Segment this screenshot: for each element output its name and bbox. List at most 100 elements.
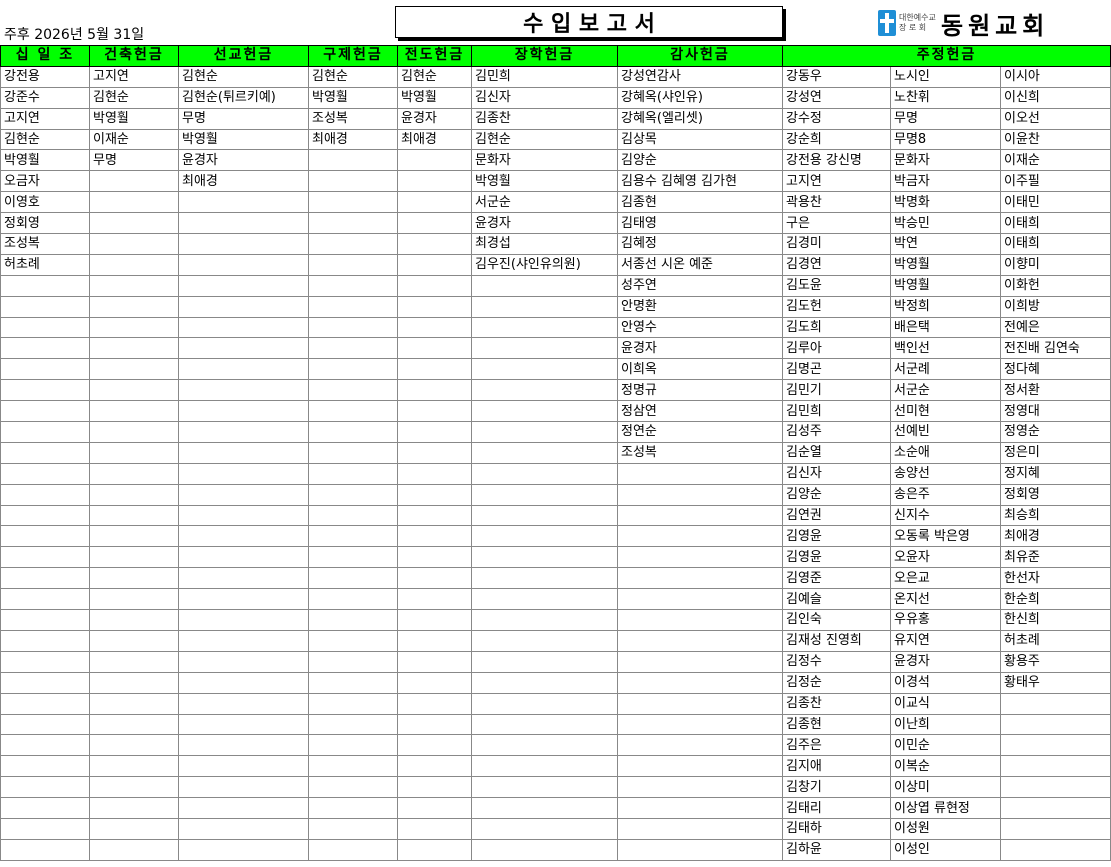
- cell-tithe: [0, 755, 90, 778]
- cell-evangelism: [397, 316, 472, 339]
- cell-weekly-3: [1000, 817, 1111, 840]
- cell-relief: [308, 734, 398, 757]
- cell-thanks: [617, 588, 783, 611]
- cell-weekly-1: 강전용 강신명: [782, 149, 891, 172]
- cell-evangelism: [397, 755, 472, 778]
- cell-weekly-2: 소순애: [890, 441, 1001, 464]
- cell-thanks: [617, 462, 783, 485]
- cell-tithe: [0, 776, 90, 799]
- cell-weekly-3: 최애경: [1000, 525, 1111, 548]
- cell-building: [89, 462, 179, 485]
- cell-scholarship: 서군순: [471, 191, 618, 214]
- cross-icon: [878, 10, 896, 36]
- cell-tithe: [0, 838, 90, 861]
- cell-tithe: [0, 713, 90, 736]
- table-row: 정회영 윤경자 김태영 구은 박승민 이태희: [0, 212, 1111, 235]
- table-row: 김영윤 오윤자 최유준: [0, 546, 1111, 569]
- cell-relief: [308, 692, 398, 715]
- report-title: 수 입 보 고 서: [395, 6, 783, 38]
- cell-building: [89, 546, 179, 569]
- cell-tithe: [0, 817, 90, 840]
- cell-mission: [178, 734, 309, 757]
- cell-relief: [308, 316, 398, 339]
- cell-building: 이재순: [89, 128, 179, 151]
- cell-weekly-3: 정서환: [1000, 379, 1111, 402]
- col-tithe: 십 일 조: [0, 45, 90, 67]
- cell-weekly-3: 정회영: [1000, 483, 1111, 506]
- cell-relief: [308, 212, 398, 235]
- table-row: 윤경자 김루아 백인선 전진배 김연숙: [0, 337, 1111, 360]
- table-row: 안명환 김도헌 박정희 이희방: [0, 295, 1111, 318]
- cell-scholarship: [471, 504, 618, 527]
- cell-weekly-2: 박영훨: [890, 253, 1001, 276]
- cell-thanks: 서종선 시온 예준: [617, 253, 783, 276]
- table-row: 강전용 고지연 김현순 김현순 김현순 김민희 강성연감사 강동우 노시인 이시아: [0, 65, 1111, 88]
- cell-thanks: 성주연: [617, 274, 783, 297]
- table-row: 정삼연 김민희 선미현 정영대: [0, 400, 1111, 423]
- cell-relief: [308, 525, 398, 548]
- cell-relief: [308, 149, 398, 172]
- cell-weekly-2: 노시인: [890, 65, 1001, 88]
- cell-relief: [308, 776, 398, 799]
- cell-scholarship: 윤경자: [471, 212, 618, 235]
- cell-scholarship: 김신자: [471, 86, 618, 109]
- cell-thanks: 김종현: [617, 191, 783, 214]
- cell-scholarship: [471, 797, 618, 819]
- cell-tithe: [0, 525, 90, 548]
- cell-weekly-2: 윤경자: [890, 650, 1001, 673]
- cell-relief: 최애경: [308, 128, 398, 151]
- cell-weekly-2: 신지수: [890, 504, 1001, 527]
- table-row: 김창기 이상미: [0, 776, 1111, 799]
- cell-building: [89, 838, 179, 861]
- cell-weekly-1: 김영준: [782, 567, 891, 590]
- cell-building: 무명: [89, 149, 179, 172]
- cell-scholarship: [471, 295, 618, 318]
- cell-weekly-1: 김재성 진영희: [782, 629, 891, 652]
- cell-evangelism: [397, 650, 472, 673]
- cell-weekly-2: 이난희: [890, 713, 1001, 736]
- offering-table: 십 일 조 건축헌금 선교헌금 구제헌금 전도헌금 장학헌금 감사헌금 주정헌금…: [0, 45, 1111, 861]
- cell-evangelism: [397, 671, 472, 694]
- cell-tithe: [0, 358, 90, 381]
- cell-weekly-1: 곽용찬: [782, 191, 891, 214]
- cell-evangelism: [397, 609, 472, 631]
- cell-thanks: 안영수: [617, 316, 783, 339]
- cell-thanks: 강혜옥(샤인유): [617, 86, 783, 109]
- cell-weekly-1: 김경연: [782, 253, 891, 276]
- cell-relief: [308, 337, 398, 360]
- cell-scholarship: [471, 316, 618, 339]
- cell-tithe: [0, 400, 90, 423]
- cell-mission: [178, 629, 309, 652]
- cell-relief: 김현순: [308, 65, 398, 88]
- cell-weekly-2: 무명: [890, 107, 1001, 130]
- cell-relief: [308, 609, 398, 631]
- table-row: 정명규 김민기 서군순 정서환: [0, 379, 1111, 402]
- cell-relief: [308, 546, 398, 569]
- table-row: 김태리 이상엽 류현정: [0, 797, 1111, 819]
- cell-tithe: [0, 441, 90, 464]
- cell-building: [89, 379, 179, 402]
- cell-mission: 박영훨: [178, 128, 309, 151]
- cell-thanks: [617, 776, 783, 799]
- cell-weekly-3: 이오선: [1000, 107, 1111, 130]
- cell-thanks: 정명규: [617, 379, 783, 402]
- col-thanks: 감사헌금: [617, 45, 783, 67]
- cell-evangelism: [397, 421, 472, 443]
- cell-weekly-2: 선예빈: [890, 421, 1001, 443]
- cell-relief: [308, 483, 398, 506]
- cell-weekly-3: 정은미: [1000, 441, 1111, 464]
- table-row: 김현순 이재순 박영훨 최애경 최애경 김현순 김상목 강순희 무명8 이윤찬: [0, 128, 1111, 151]
- table-row: 김정순 이경석 황태우: [0, 671, 1111, 694]
- cell-thanks: [617, 525, 783, 548]
- cell-weekly-2: 노찬휘: [890, 86, 1001, 109]
- cell-weekly-3: 이신희: [1000, 86, 1111, 109]
- cell-relief: [308, 358, 398, 381]
- cell-weekly-2: 이성인: [890, 838, 1001, 861]
- cell-weekly-3: 전진배 김연숙: [1000, 337, 1111, 360]
- cell-weekly-2: 오동록 박은영: [890, 525, 1001, 548]
- cell-scholarship: 박영훨: [471, 170, 618, 193]
- cell-tithe: [0, 337, 90, 360]
- cell-weekly-1: 김순열: [782, 441, 891, 464]
- cell-mission: [178, 546, 309, 569]
- cell-relief: [308, 170, 398, 193]
